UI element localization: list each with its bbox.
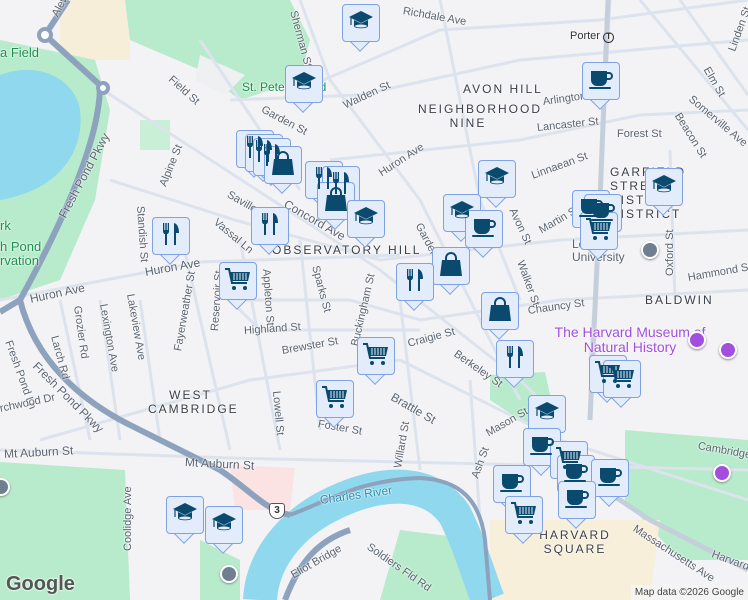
restaurant-marker[interactable] xyxy=(496,340,534,388)
park-label: a Field xyxy=(0,45,40,60)
map-canvas[interactable]: Alewife Brook Pkwy a Field St. Peter's F… xyxy=(0,0,748,600)
marker-badge xyxy=(481,292,519,330)
marker-badge xyxy=(558,481,596,519)
grocery-icon xyxy=(585,215,613,248)
marker-badge xyxy=(580,212,618,250)
museum-poi-icon[interactable] xyxy=(713,464,731,482)
marker-badge xyxy=(205,506,243,544)
coffee-icon xyxy=(596,462,624,495)
marker-badge xyxy=(432,247,470,285)
shopping-icon xyxy=(322,185,350,218)
shopping-marker[interactable] xyxy=(481,292,519,340)
education-icon xyxy=(483,163,511,196)
marker-badge xyxy=(316,380,354,418)
coffee-marker[interactable] xyxy=(582,62,620,110)
grocery-marker[interactable] xyxy=(505,496,543,544)
marker-badge xyxy=(285,65,323,103)
marker-badge xyxy=(166,496,204,534)
coffee-icon xyxy=(587,65,615,98)
restaurant-icon xyxy=(501,343,529,376)
porter-label: Porter xyxy=(570,30,600,42)
education-marker[interactable] xyxy=(645,168,683,216)
marker-badge xyxy=(603,360,641,398)
university-poi-icon[interactable] xyxy=(641,241,659,259)
education-icon xyxy=(650,171,678,204)
education-marker[interactable] xyxy=(205,506,243,554)
grocery-marker[interactable] xyxy=(357,337,395,385)
marker-badge xyxy=(264,146,302,184)
restaurant-marker[interactable] xyxy=(152,217,190,265)
shopping-marker[interactable] xyxy=(264,146,302,194)
education-marker[interactable] xyxy=(342,4,380,52)
district-label: HARVARD SQUARE xyxy=(539,528,611,556)
education-icon xyxy=(290,68,318,101)
marker-badge xyxy=(582,62,620,100)
park-label: h Pond rvation xyxy=(0,239,42,268)
district-label: NEIGHBORHOOD NINE xyxy=(418,102,543,130)
museum-poi-icon[interactable] xyxy=(719,341,737,359)
street-label: Coolidge Ave xyxy=(122,486,134,551)
education-marker[interactable] xyxy=(478,160,516,208)
education-icon xyxy=(352,203,380,236)
grocery-icon xyxy=(321,383,349,416)
museum-poi-icon[interactable] xyxy=(688,331,706,349)
shopping-marker[interactable] xyxy=(432,247,470,295)
street-label: Oxford St xyxy=(664,229,676,276)
google-logo: Google xyxy=(6,573,75,595)
district-label: AVON HILL xyxy=(463,82,543,96)
marker-badge xyxy=(251,207,289,245)
map-attribution[interactable]: Map data ©2026 Google xyxy=(630,585,748,600)
restaurant-marker[interactable] xyxy=(251,207,289,255)
restaurant-icon xyxy=(256,210,284,243)
marker-badge xyxy=(505,496,543,534)
district-label: WEST CAMBRIDGE xyxy=(148,388,239,416)
shopping-icon xyxy=(437,250,465,283)
coffee-icon xyxy=(563,484,591,517)
shopping-icon xyxy=(269,149,297,182)
route-3-shield: 3 xyxy=(269,503,285,519)
school-poi-icon[interactable] xyxy=(220,565,238,583)
grocery-marker[interactable] xyxy=(316,380,354,428)
coffee-marker[interactable] xyxy=(591,459,629,507)
marker-badge xyxy=(645,168,683,206)
marker-badge xyxy=(496,340,534,378)
marker-badge xyxy=(478,160,516,198)
marker-badge xyxy=(347,200,385,238)
marker-badge xyxy=(465,210,503,248)
marker-badge xyxy=(357,337,395,375)
grocery-icon xyxy=(362,340,390,373)
education-icon xyxy=(171,499,199,532)
marker-badge xyxy=(342,4,380,42)
transit-t-icon: T xyxy=(603,32,615,43)
grocery-icon xyxy=(510,499,538,532)
marker-badge xyxy=(591,459,629,497)
street-label: Forest St xyxy=(617,128,662,140)
grocery-marker[interactable] xyxy=(603,360,641,408)
grocery-marker[interactable] xyxy=(580,212,618,260)
restaurant-icon xyxy=(157,220,185,253)
restaurant-icon xyxy=(401,266,429,299)
marker-badge xyxy=(396,263,434,301)
grocery-icon xyxy=(608,363,636,396)
education-marker[interactable] xyxy=(347,200,385,248)
education-icon xyxy=(210,509,238,542)
coffee-marker[interactable] xyxy=(465,210,503,258)
marker-badge xyxy=(219,262,257,300)
education-marker[interactable] xyxy=(285,65,323,113)
education-icon xyxy=(347,7,375,40)
district-label: BALDWIN xyxy=(645,293,714,307)
transit-station-porter[interactable]: Porter T xyxy=(570,30,615,43)
education-icon xyxy=(533,398,561,431)
coffee-icon xyxy=(470,213,498,246)
coffee-marker[interactable] xyxy=(558,481,596,529)
grocery-marker[interactable] xyxy=(219,262,257,310)
grocery-icon xyxy=(224,265,252,298)
shopping-icon xyxy=(486,295,514,328)
marker-badge xyxy=(152,217,190,255)
restaurant-marker[interactable] xyxy=(396,263,434,311)
park-label: rk xyxy=(0,218,11,233)
education-marker[interactable] xyxy=(166,496,204,544)
